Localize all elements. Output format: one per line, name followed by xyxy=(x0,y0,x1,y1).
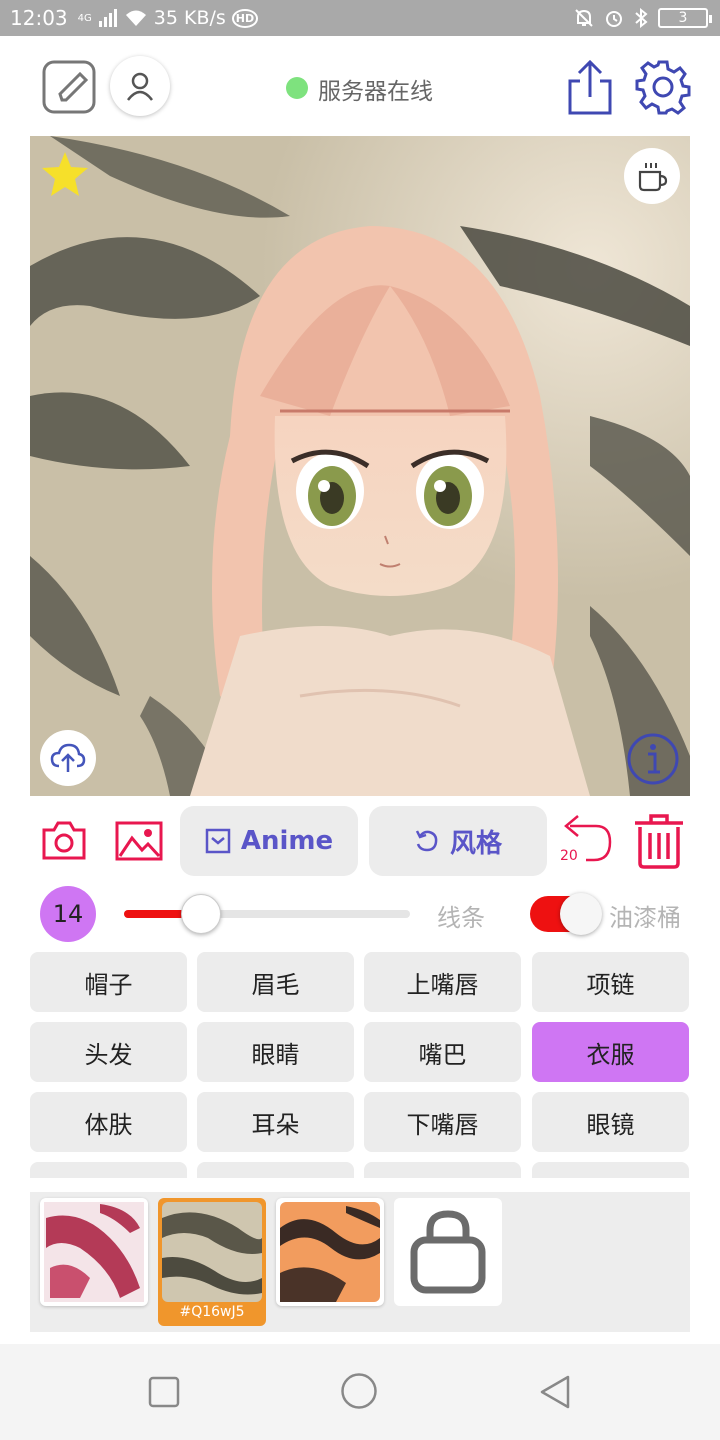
part-label: 头发 xyxy=(84,1040,133,1069)
refresh-icon xyxy=(415,830,438,852)
swatch-image xyxy=(44,1202,144,1302)
server-status-label: 服务器在线 xyxy=(318,79,433,105)
trash-icon xyxy=(635,814,683,869)
network-speed: 35 KB/s xyxy=(153,7,226,29)
selected-style-code: #Q16wJ5 xyxy=(179,1304,245,1320)
camera-button[interactable] xyxy=(38,818,90,864)
style-button[interactable]: 风格 xyxy=(369,806,547,876)
image-icon xyxy=(115,821,163,861)
part-button[interactable]: 项链 xyxy=(532,952,689,1012)
user-button[interactable] xyxy=(110,56,170,116)
mute-icon xyxy=(575,9,593,27)
star-icon[interactable] xyxy=(40,150,90,198)
back-icon[interactable] xyxy=(538,1374,572,1410)
part-button[interactable]: 体肤 xyxy=(30,1092,187,1152)
part-label: 项链 xyxy=(586,970,635,999)
part-button[interactable]: 上嘴唇 xyxy=(364,952,521,1012)
part-button[interactable]: 眼镜 xyxy=(532,1092,689,1152)
share-icon xyxy=(568,59,612,115)
part-button[interactable]: 眉毛 xyxy=(197,952,354,1012)
part-label: 上嘴唇 xyxy=(406,970,479,999)
upload-button[interactable] xyxy=(40,730,96,786)
part-button-partial[interactable] xyxy=(30,1162,187,1178)
part-button-selected[interactable]: 衣服 xyxy=(532,1022,689,1082)
brush-size-badge[interactable]: 14 xyxy=(40,886,96,942)
undo-button[interactable]: 20 xyxy=(556,812,616,868)
part-button[interactable]: 嘴巴 xyxy=(364,1022,521,1082)
bag-icon xyxy=(410,1210,486,1294)
part-label: 眼镜 xyxy=(586,1110,635,1139)
part-label: 帽子 xyxy=(84,970,133,999)
delete-button[interactable] xyxy=(630,812,688,870)
edit-icon xyxy=(42,60,96,114)
part-label: 嘴巴 xyxy=(418,1040,467,1069)
alarm-icon xyxy=(606,11,622,27)
dropdown-box-icon xyxy=(205,828,231,854)
gallery-button[interactable] xyxy=(112,818,166,864)
brush-size-value: 14 xyxy=(52,900,84,928)
bluetooth-icon xyxy=(635,8,648,28)
model-label: Anime xyxy=(240,826,334,856)
battery-level: 3 xyxy=(678,10,688,26)
store-button[interactable] xyxy=(394,1198,502,1306)
line-label: 线条 xyxy=(437,904,485,932)
settings-button[interactable] xyxy=(634,58,692,116)
slider-thumb[interactable] xyxy=(181,894,222,934)
info-icon[interactable] xyxy=(626,732,680,786)
part-button[interactable]: 眼睛 xyxy=(197,1022,354,1082)
part-label: 耳朵 xyxy=(251,1110,300,1139)
part-button-partial[interactable] xyxy=(532,1162,689,1178)
part-button-partial[interactable] xyxy=(364,1162,521,1178)
style-swatch[interactable] xyxy=(40,1198,148,1306)
clock: 12:03 xyxy=(10,6,68,30)
home-icon[interactable] xyxy=(340,1372,378,1410)
recents-icon[interactable] xyxy=(148,1376,180,1408)
part-label: 下嘴唇 xyxy=(406,1110,479,1139)
coffee-icon xyxy=(638,163,668,192)
coffee-button[interactable] xyxy=(624,148,680,204)
part-button[interactable]: 帽子 xyxy=(30,952,187,1012)
part-button[interactable]: 下嘴唇 xyxy=(364,1092,521,1152)
part-button-partial[interactable] xyxy=(197,1162,354,1178)
battery-icon: 3 xyxy=(658,8,712,28)
hd-badge: HD xyxy=(231,8,259,28)
anime-portrait-image xyxy=(30,136,690,796)
part-label: 衣服 xyxy=(586,1040,635,1069)
part-label: 眼睛 xyxy=(251,1040,300,1069)
model-select-button[interactable]: Anime xyxy=(180,806,358,876)
edit-button[interactable] xyxy=(42,60,98,114)
style-swatch-selected[interactable]: #Q16wJ5 xyxy=(158,1198,266,1326)
network-label: 4G xyxy=(77,12,92,24)
bucket-label: 油漆桶 xyxy=(609,904,681,932)
swatch-image xyxy=(280,1202,380,1302)
undo-count: 20 xyxy=(560,848,578,864)
part-button[interactable]: 耳朵 xyxy=(197,1092,354,1152)
upload-cloud-icon xyxy=(50,743,86,772)
generated-image-canvas[interactable] xyxy=(30,136,690,796)
parts-grid: 帽子 眉毛 上嘴唇 项链 头发 眼睛 嘴巴 衣服 体肤 耳朵 下嘴唇 眼镜 xyxy=(30,952,690,1178)
signal-icon xyxy=(98,9,117,27)
style-palette: #Q16wJ5 xyxy=(30,1192,690,1332)
settings-icon xyxy=(635,60,691,115)
user-icon xyxy=(127,72,153,101)
style-swatch[interactable] xyxy=(276,1198,384,1306)
swatch-image xyxy=(162,1202,262,1302)
part-button[interactable]: 头发 xyxy=(30,1022,187,1082)
wifi-icon xyxy=(125,10,146,26)
part-label: 体肤 xyxy=(84,1110,133,1139)
bucket-toggle[interactable] xyxy=(528,893,602,935)
status-bar: 12:03 4G 35 KB/s HD 3 xyxy=(0,0,720,36)
toggle-knob xyxy=(560,893,602,935)
system-nav-bar xyxy=(0,1344,720,1440)
brush-size-slider[interactable] xyxy=(124,894,410,934)
share-button[interactable] xyxy=(564,58,616,116)
server-status-dot xyxy=(286,77,308,99)
style-label: 风格 xyxy=(449,828,502,859)
part-label: 眉毛 xyxy=(251,970,300,999)
camera-icon xyxy=(42,821,86,860)
